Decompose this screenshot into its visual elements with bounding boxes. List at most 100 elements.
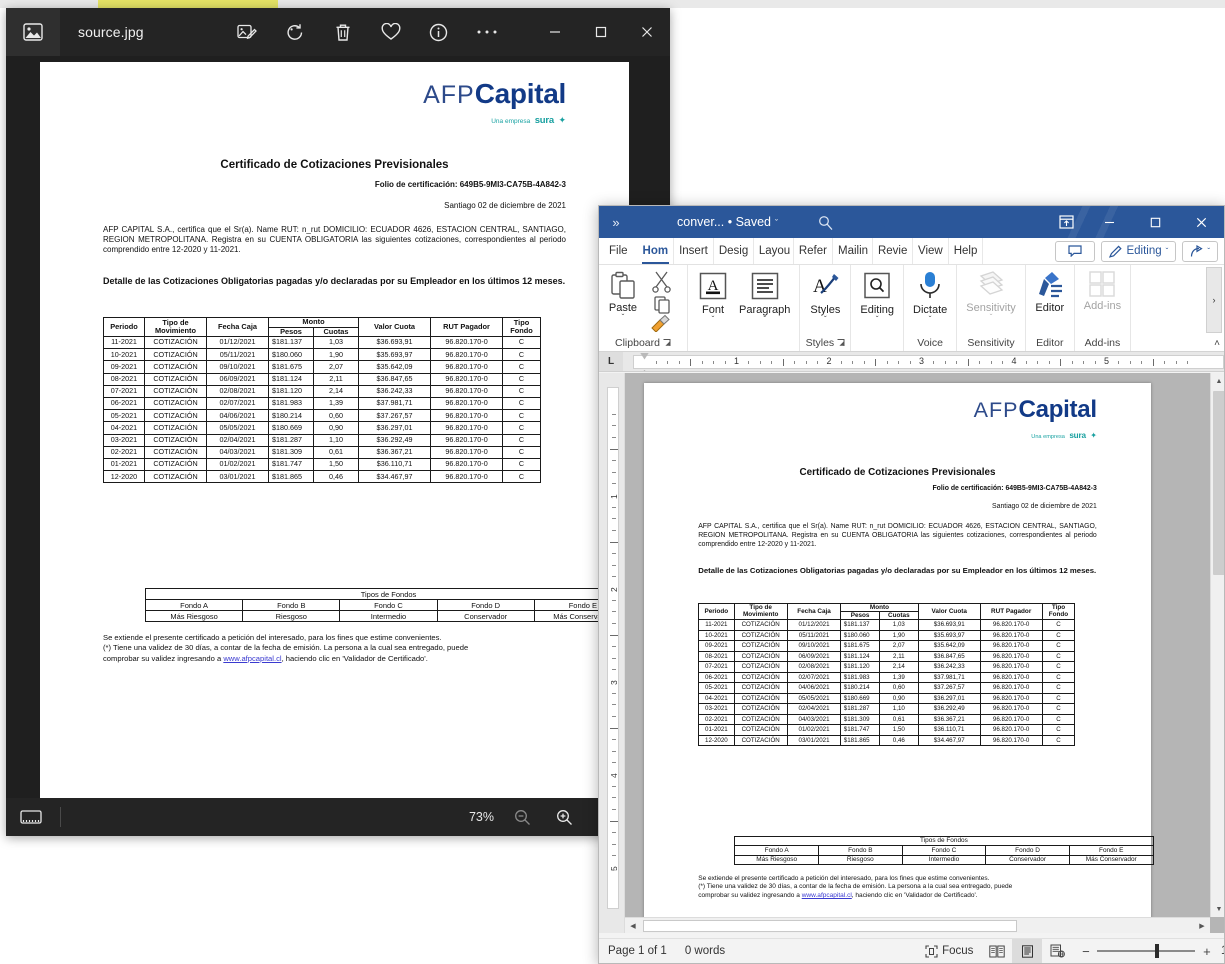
tab-revie[interactable]: Revie bbox=[873, 238, 913, 264]
dialog-launcher-icon[interactable] bbox=[837, 339, 845, 347]
scroll-up-arrow-icon[interactable]: ▲ bbox=[1211, 373, 1224, 389]
add-ins-button[interactable]: Add-ins bbox=[1079, 268, 1126, 314]
hanging-indent-marker[interactable] bbox=[640, 369, 649, 371]
read-mode-icon[interactable] bbox=[982, 939, 1012, 964]
maximize-button[interactable] bbox=[578, 8, 624, 56]
zoom-slider-thumb[interactable] bbox=[1155, 944, 1160, 958]
chevron-down-icon[interactable]: ˇ bbox=[1207, 247, 1210, 256]
close-button[interactable] bbox=[1178, 206, 1224, 238]
scroll-down-arrow-icon[interactable]: ▼ bbox=[1211, 901, 1224, 917]
maximize-button[interactable] bbox=[1132, 206, 1178, 238]
paste-button[interactable]: Paste ˇ bbox=[603, 268, 643, 323]
styles-button[interactable]: A Styles ˇ bbox=[804, 268, 846, 325]
editing-button[interactable]: Editing ˇ bbox=[855, 268, 899, 325]
cell-fecha: 05/11/2021 bbox=[206, 348, 269, 362]
vertical-scroll-thumb[interactable] bbox=[1213, 391, 1224, 575]
chevron-down-icon[interactable]: ˇ bbox=[1166, 247, 1169, 256]
tab-insert[interactable]: Insert bbox=[674, 238, 714, 264]
tab-file[interactable]: File bbox=[599, 238, 638, 264]
cut-copy-formatpainter-icons-button[interactable] bbox=[643, 268, 683, 334]
info-icon[interactable] bbox=[424, 17, 454, 47]
tab-view[interactable]: View bbox=[913, 238, 949, 264]
word-page-area[interactable]: AFPCapital Una empresa sura ✦ Certificad… bbox=[625, 373, 1210, 917]
chevron-down-icon[interactable]: ˇ bbox=[929, 316, 932, 324]
quick-access-chevron-icon[interactable]: » bbox=[599, 215, 633, 230]
collapse-ribbon-icon[interactable]: ˄ bbox=[1214, 338, 1220, 349]
web-layout-icon[interactable] bbox=[1042, 939, 1072, 964]
dictate-button[interactable]: Dictate ˇ bbox=[908, 268, 952, 325]
scroll-left-arrow-icon[interactable]: ◀ bbox=[625, 918, 641, 933]
horizontal-scroll-thumb[interactable] bbox=[643, 920, 1017, 932]
photos-image-canvas[interactable]: AFPCapital Una empresa sura ✦ Certificad… bbox=[6, 56, 670, 798]
fondos-title-row: Tipos de Fondos bbox=[734, 835, 1154, 847]
zoom-in-button[interactable]: + bbox=[1201, 944, 1212, 959]
filmstrip-icon[interactable] bbox=[16, 804, 46, 830]
cell-fondo: C bbox=[1041, 703, 1076, 715]
word-page-1[interactable]: AFPCapital Una empresa sura ✦ Certificad… bbox=[644, 383, 1154, 917]
th-valor-cuota: Valor Cuota bbox=[358, 316, 432, 338]
vertical-ruler-track[interactable]: 1 2 3 4 5 bbox=[607, 387, 619, 909]
paragraph-button[interactable]: Paragraph ˇ bbox=[734, 268, 795, 325]
tab-layou[interactable]: Layou bbox=[754, 238, 794, 264]
word-document-name[interactable]: conver... • Saved ˇ bbox=[677, 215, 778, 229]
ribbon-more-button[interactable]: › bbox=[1206, 267, 1222, 333]
tab-hom[interactable]: Hom bbox=[638, 238, 675, 264]
chevron-down-icon[interactable]: ˇ bbox=[876, 316, 879, 324]
focus-mode-button[interactable]: Focus bbox=[916, 939, 982, 964]
more-options-icon[interactable] bbox=[472, 17, 502, 47]
minimize-button[interactable] bbox=[532, 8, 578, 56]
tab-desig[interactable]: Desig bbox=[714, 238, 754, 264]
afpcapital-link[interactable]: www.afpcapital.cl bbox=[223, 654, 281, 663]
word-window[interactable]: » conver... • Saved ˇ File Hom Insert De… bbox=[598, 205, 1225, 964]
editing-mode-button[interactable]: Editing ˇ bbox=[1101, 240, 1177, 262]
chevron-down-icon[interactable]: ˇ bbox=[622, 314, 625, 322]
vertical-ruler-tick bbox=[612, 611, 616, 613]
zoom-slider[interactable] bbox=[1097, 944, 1196, 958]
page-indicator[interactable]: Page 1 of 1 bbox=[599, 939, 676, 964]
scroll-right-arrow-icon[interactable]: ▶ bbox=[1194, 918, 1210, 933]
chevron-down-icon[interactable]: ˇ bbox=[990, 314, 993, 322]
zoom-level-value[interactable]: 100% bbox=[1218, 945, 1224, 957]
chevron-down-icon[interactable]: ˇ bbox=[824, 316, 827, 324]
cell-valor: $36.367,21 bbox=[358, 445, 432, 459]
edit-image-icon[interactable] bbox=[232, 17, 262, 47]
rotate-icon[interactable] bbox=[280, 17, 310, 47]
ribbon-group-group3: Editing ˇ bbox=[851, 265, 905, 351]
dialog-launcher-icon[interactable] bbox=[663, 339, 671, 347]
zoom-out-icon[interactable] bbox=[508, 804, 536, 830]
chevron-down-icon[interactable]: ˇ bbox=[775, 218, 778, 228]
zoom-out-button[interactable]: − bbox=[1080, 944, 1091, 959]
print-layout-icon[interactable] bbox=[1012, 938, 1043, 963]
word-titlebar[interactable]: » conver... • Saved ˇ bbox=[599, 206, 1224, 238]
word-count[interactable]: 0 words bbox=[676, 939, 734, 964]
vertical-ruler[interactable]: 1 2 3 4 5 bbox=[599, 373, 625, 933]
zoom-control[interactable]: − + 100% bbox=[1072, 944, 1224, 959]
ruler-track[interactable]: 1 2 3 4 5 bbox=[633, 352, 1224, 371]
share-button[interactable]: ˇ bbox=[1182, 240, 1218, 262]
favorite-heart-icon[interactable] bbox=[376, 17, 406, 47]
tab-stop-selector[interactable]: L bbox=[599, 352, 623, 371]
vertical-scrollbar[interactable]: ▲ ▼ bbox=[1210, 373, 1224, 917]
close-button[interactable] bbox=[624, 8, 670, 56]
sensitivity-button[interactable]: Sensitivity ˇ bbox=[961, 268, 1021, 323]
editor-pen-icon bbox=[1035, 270, 1065, 300]
minimize-button[interactable] bbox=[1086, 206, 1132, 238]
tab-refer[interactable]: Refer bbox=[794, 238, 833, 264]
afpcapital-link[interactable]: www.afpcapital.cl bbox=[802, 892, 852, 899]
photos-viewer-window[interactable]: source.jpg AFPCapital Una empresa sura ✦… bbox=[6, 8, 670, 836]
tab-mailin[interactable]: Mailin bbox=[833, 238, 873, 264]
editor-button[interactable]: Editor bbox=[1030, 268, 1070, 316]
zoom-in-icon[interactable] bbox=[550, 804, 578, 830]
first-line-indent-marker[interactable] bbox=[640, 352, 649, 360]
photos-titlebar[interactable]: source.jpg bbox=[6, 8, 670, 56]
tab-help[interactable]: Help bbox=[949, 238, 984, 264]
ribbon-display-options-icon[interactable] bbox=[1046, 206, 1086, 238]
font-button[interactable]: A Font ˇ bbox=[692, 268, 734, 325]
horizontal-scrollbar[interactable]: ◀ ▶ bbox=[625, 917, 1210, 933]
comments-button[interactable] bbox=[1055, 240, 1096, 262]
chevron-down-icon[interactable]: ˇ bbox=[712, 316, 715, 324]
document-date: Santiago 02 de diciembre de 2021 bbox=[444, 201, 566, 210]
delete-icon[interactable] bbox=[328, 17, 358, 47]
horizontal-ruler[interactable]: L 1 2 3 4 5 bbox=[599, 352, 1224, 372]
chevron-down-icon[interactable]: ˇ bbox=[763, 316, 766, 324]
